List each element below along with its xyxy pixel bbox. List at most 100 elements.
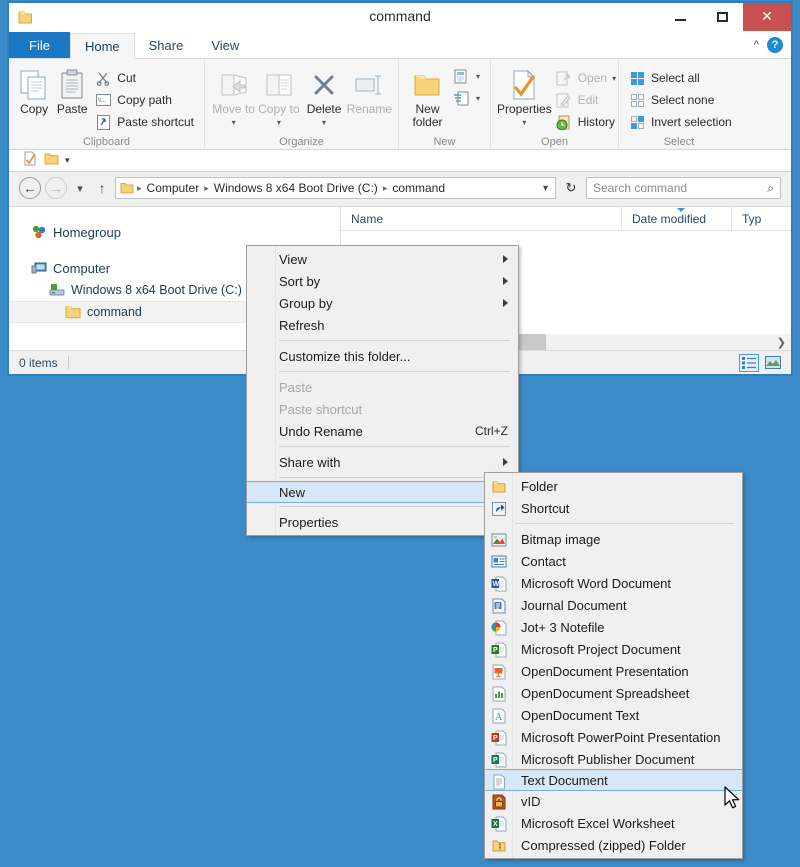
menu-item-paste-shortcut: Paste shortcut xyxy=(247,398,518,420)
submenu-item-text-document[interactable]: Text Document xyxy=(485,769,742,791)
properties-button[interactable]: Properties ▾ xyxy=(497,63,552,129)
menu-item-sort-by[interactable]: Sort by xyxy=(247,270,518,292)
chevron-down-icon[interactable]: ▾ xyxy=(277,116,281,129)
chevron-down-icon[interactable]: ▾ xyxy=(612,74,616,83)
submenu-item-shortcut[interactable]: Shortcut xyxy=(485,497,742,519)
close-button[interactable]: ✕ xyxy=(743,3,791,31)
svg-text:A: A xyxy=(495,712,503,723)
submenu-item-opendocument-spreadsheet[interactable]: OpenDocument Spreadsheet xyxy=(485,682,742,704)
menu-item-properties[interactable]: Properties xyxy=(247,511,518,533)
easy-access-button[interactable]: ▾ xyxy=(450,87,484,109)
context-menu[interactable]: View Sort by Group by Refresh Customize … xyxy=(246,245,519,536)
minimize-button[interactable] xyxy=(659,3,701,31)
select-all-button[interactable]: Select all xyxy=(625,67,736,89)
powerpoint-icon: P xyxy=(490,729,507,746)
breadcrumb-computer[interactable]: Computer xyxy=(145,181,202,195)
copy-to-button[interactable]: Copy to ▾ xyxy=(256,63,301,129)
tab-home[interactable]: Home xyxy=(69,33,135,59)
submenu-item-opendocument-text[interactable]: A OpenDocument Text xyxy=(485,704,742,726)
details-view-button[interactable] xyxy=(739,353,759,372)
new-folder-button[interactable]: New folder xyxy=(405,63,450,129)
submenu-item-opendocument-presentation[interactable]: OpenDocument Presentation xyxy=(485,660,742,682)
submenu-item-folder[interactable]: Folder xyxy=(485,475,742,497)
submenu-item-publisher-document[interactable]: P Microsoft Publisher Document xyxy=(485,748,742,770)
new-small-commands: ▾ ▾ xyxy=(450,63,484,109)
clipboard-small-commands: Cut \\... Copy path Paste shortcut xyxy=(91,63,198,133)
column-header-name[interactable]: Name xyxy=(341,207,621,231)
open-button[interactable]: Open ▾ xyxy=(552,67,620,89)
column-header-type[interactable]: Typ xyxy=(731,206,791,231)
recent-locations-button[interactable]: ▾ xyxy=(71,177,89,199)
vid-icon xyxy=(490,793,507,810)
column-header-date-modified[interactable]: Date modified xyxy=(621,206,731,231)
large-icons-view-button[interactable] xyxy=(763,354,783,372)
submenu-item-word-document[interactable]: W Microsoft Word Document xyxy=(485,572,742,594)
submenu-item-contact[interactable]: Contact xyxy=(485,550,742,572)
history-button[interactable]: History xyxy=(552,111,620,133)
chevron-down-icon[interactable]: ▾ xyxy=(322,116,326,129)
menu-item-label: Refresh xyxy=(279,317,325,333)
menu-item-undo-rename[interactable]: Undo Rename Ctrl+Z xyxy=(247,420,518,442)
search-input[interactable]: Search command ⌕ xyxy=(586,177,781,199)
rename-button[interactable]: Rename xyxy=(347,63,392,116)
submenu-item-bitmap-image[interactable]: Bitmap image xyxy=(485,528,742,550)
scroll-right-icon[interactable]: ❯ xyxy=(777,336,791,349)
edit-label: Edit xyxy=(577,93,599,107)
breadcrumb-command[interactable]: command xyxy=(390,181,447,195)
new-item-button[interactable]: ▾ xyxy=(450,65,484,87)
submenu-item-project-document[interactable]: P Microsoft Project Document xyxy=(485,638,742,660)
copy-label: Copy xyxy=(20,102,49,116)
edit-button[interactable]: Edit xyxy=(552,89,620,111)
submenu-item-compressed-folder[interactable]: Compressed (zipped) Folder xyxy=(485,834,742,856)
back-button[interactable]: ← xyxy=(19,177,41,199)
chevron-down-icon[interactable]: ▾ xyxy=(476,94,480,103)
paste-button[interactable]: Paste xyxy=(53,63,91,116)
new-folder-icon xyxy=(412,67,442,103)
submenu-item-excel-worksheet[interactable]: X Microsoft Excel Worksheet xyxy=(485,812,742,834)
tab-file[interactable]: File xyxy=(9,32,70,58)
forward-button[interactable]: → xyxy=(45,177,67,199)
chevron-down-icon[interactable]: ▾ xyxy=(522,116,526,129)
copy-to-label: Copy to xyxy=(258,102,300,116)
select-none-button[interactable]: Select none xyxy=(625,89,736,111)
chevron-down-icon[interactable]: ▾ xyxy=(232,116,236,129)
chevron-down-icon[interactable]: ▾ xyxy=(476,72,480,81)
cut-button[interactable]: Cut xyxy=(91,67,198,89)
move-to-button[interactable]: Move to ▾ xyxy=(211,63,256,129)
menu-item-customize-this-folder[interactable]: Customize this folder... xyxy=(247,345,518,367)
paste-shortcut-button[interactable]: Paste shortcut xyxy=(91,111,198,133)
menu-item-group-by[interactable]: Group by xyxy=(247,292,518,314)
maximize-button[interactable] xyxy=(701,3,743,31)
refresh-button[interactable]: ↻ xyxy=(560,177,582,199)
up-button[interactable]: ↑ xyxy=(93,177,111,199)
move-to-label: Move to xyxy=(212,102,255,116)
copy-path-button[interactable]: \\... Copy path xyxy=(91,89,198,111)
journal-document-icon xyxy=(490,597,507,614)
tab-share[interactable]: Share xyxy=(135,32,198,58)
new-submenu[interactable]: Folder Shortcut Bitmap image Contact W M… xyxy=(484,472,743,859)
breadcrumb-drive[interactable]: Windows 8 x64 Boot Drive (C:) xyxy=(212,181,380,195)
menu-item-share-with[interactable]: Share with xyxy=(247,451,518,473)
sidebar-item-homegroup[interactable]: Homegroup xyxy=(9,221,340,243)
address-bar[interactable]: ▸ Computer ▸ Windows 8 x64 Boot Drive (C… xyxy=(115,177,556,199)
submenu-item-vid[interactable]: vID xyxy=(485,790,742,812)
close-icon: ✕ xyxy=(761,9,773,25)
menu-item-refresh[interactable]: Refresh xyxy=(247,314,518,336)
menu-item-new[interactable]: New xyxy=(247,481,518,503)
tab-view[interactable]: View xyxy=(197,32,253,58)
menu-item-view[interactable]: View xyxy=(247,248,518,270)
submenu-item-jot-notefile[interactable]: Jot+ 3 Notefile xyxy=(485,616,742,638)
submenu-item-journal-document[interactable]: Journal Document xyxy=(485,594,742,616)
properties-qat-icon[interactable] xyxy=(23,151,38,171)
delete-button[interactable]: Delete ▾ xyxy=(301,63,346,129)
help-icon[interactable]: ? xyxy=(767,37,783,53)
address-dropdown-icon[interactable]: ▾ xyxy=(543,183,551,194)
copy-button[interactable]: Copy xyxy=(15,63,53,116)
title-bar[interactable]: command ✕ xyxy=(9,3,791,33)
chevron-up-icon[interactable]: ^ xyxy=(754,39,759,51)
new-folder-qat-icon[interactable] xyxy=(44,151,59,171)
submenu-item-powerpoint-presentation[interactable]: P Microsoft PowerPoint Presentation xyxy=(485,726,742,748)
search-icon[interactable]: ⌕ xyxy=(767,181,774,196)
customize-qat-caret-icon[interactable]: ▾ xyxy=(65,155,70,166)
invert-selection-button[interactable]: Invert selection xyxy=(625,111,736,133)
